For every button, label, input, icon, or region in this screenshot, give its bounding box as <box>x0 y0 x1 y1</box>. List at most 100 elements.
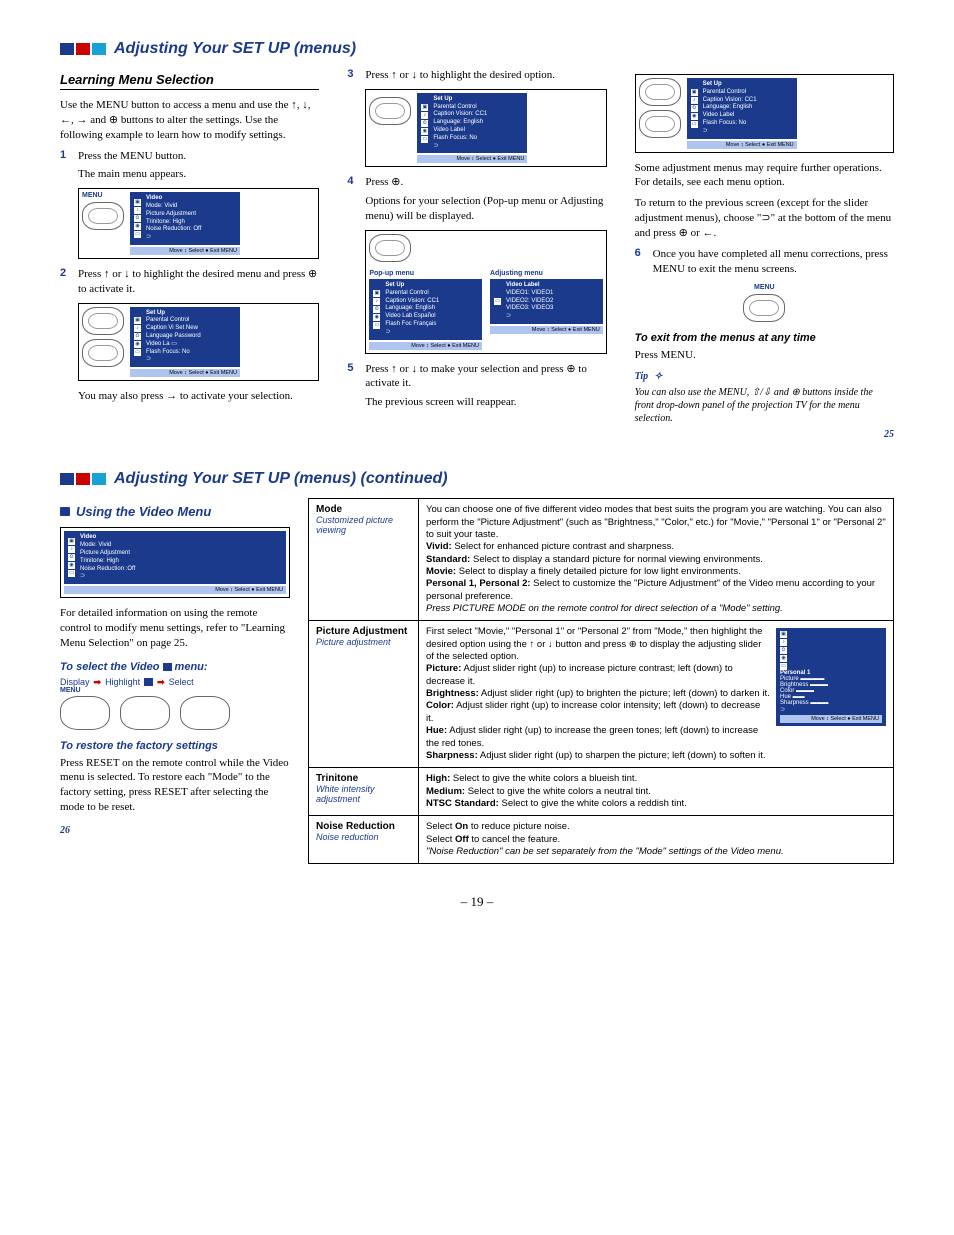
remote-icon <box>639 78 681 106</box>
learning-menu-heading: Learning Menu Selection <box>60 72 319 90</box>
select-video-heading: To select the Video menu: <box>60 661 290 673</box>
mini-osd: ▣♪⏲◉▭Personal 1Picture ▬▬▬▬Brightness ▬▬… <box>776 628 886 726</box>
table-row: TrinitoneWhite intensity adjustmentHigh:… <box>309 768 894 816</box>
remote-icon <box>369 234 411 262</box>
restore-heading: To restore the factory settings <box>60 740 290 752</box>
step-6: 6 Once you have completed all menu corre… <box>635 247 894 277</box>
arrow-right-icon: ➡ <box>157 677 165 688</box>
section-heading-1: Adjusting Your SET UP (menus) <box>60 40 894 58</box>
tv-icon <box>163 663 172 671</box>
step-2-tail: You may also press → to activate your se… <box>78 389 319 404</box>
page26-left: Using the Video Menu ▣♪⏲◉▭ Video Mode: V… <box>60 498 290 864</box>
row-name-cell: Noise ReductionNoise reduction <box>309 816 419 864</box>
menu-label: MENU <box>82 192 124 199</box>
tv-icon <box>60 507 70 516</box>
page-number-26: 26 <box>60 825 290 836</box>
remote-icon <box>82 307 124 335</box>
row-body-cell: Select On to reduce picture noise.Select… <box>419 816 894 864</box>
step-1: 1 Press the MENU button. <box>60 149 319 164</box>
opt-title: Picture Adjustment <box>316 626 411 637</box>
opt-body: Select On to reduce picture noise.Select… <box>426 821 886 858</box>
options-table: ModeCustomized picture viewingYou can ch… <box>308 498 894 864</box>
arrow-right-icon: ➡ <box>94 677 102 688</box>
opt-title: Mode <box>316 504 411 515</box>
figure-1: MENU ▣♪⏲◉▭ Video Mode: Vivid Picture Adj… <box>78 188 319 259</box>
footer-page-number: – 19 – <box>60 894 894 910</box>
popup-menu-label: Pop-up menu <box>369 270 482 277</box>
remote-icon <box>82 339 124 367</box>
para-some-adjust: Some adjustment menus may require furthe… <box>635 161 894 191</box>
step-4: 4 Press ⊕. <box>347 175 606 190</box>
osd-video: ▣♪⏲◉▭ Video Mode: Vivid Picture Adjustme… <box>130 192 240 245</box>
intro-text: Use the MENU button to access a menu and… <box>60 98 319 143</box>
osd-setup: ▣♪⏲◉▭ Set Up Parental Control Caption Vi… <box>130 307 240 368</box>
step-4-tail: Options for your selection (Pop-up menu … <box>365 194 606 224</box>
select-flow: Display ➡ Highlight ➡ Select <box>60 677 290 688</box>
remote-icon <box>82 202 124 230</box>
page25-columns: Learning Menu Selection Use the MENU but… <box>60 68 894 440</box>
figure-2: ▣♪⏲◉▭ Set Up Parental Control Caption Vi… <box>78 303 319 382</box>
heading-text: Adjusting Your SET UP (menus) <box>114 40 356 58</box>
row-body-cell: ▣♪⏲◉▭Personal 1Picture ▬▬▬▬Brightness ▬▬… <box>419 621 894 768</box>
figure-4: Pop-up menu ▣♪⏲◉▭ Set Up Parental Contro… <box>365 230 606 354</box>
tv-icon <box>144 678 153 686</box>
figure-5: ▣♪⏲◉▭ Set Up Parental Control Caption Vi… <box>635 74 894 153</box>
para-return: To return to the previous screen (except… <box>635 196 894 241</box>
osd-setup-3: ▣♪⏲◉▭ Set Up Parental Control Caption Vi… <box>687 78 797 139</box>
tip-text: You can also use the MENU, ⇧/⇩ and ⊕ but… <box>635 386 894 425</box>
remote-icon <box>369 97 411 125</box>
left-para: For detailed information on using the re… <box>60 606 290 651</box>
remote-row: MENU <box>60 696 290 730</box>
osd-setup-lang: ▣♪⏲◉▭ Set Up Parental Control Caption Vi… <box>417 93 527 154</box>
opt-subtitle: White intensity adjustment <box>316 784 411 804</box>
row-body-cell: High: Select to give the white colors a … <box>419 768 894 816</box>
osd-popup: ▣♪⏲◉▭ Set Up Parental Control Caption Vi… <box>369 279 482 340</box>
section-heading-2: Adjusting Your SET UP (menus) (continued… <box>60 470 894 488</box>
opt-title: Noise Reduction <box>316 821 411 832</box>
page25-col3: ▣♪⏲◉▭ Set Up Parental Control Caption Vi… <box>635 68 894 440</box>
video-menu-heading: Using the Video Menu <box>60 504 290 519</box>
remote-icon <box>743 294 785 322</box>
row-name-cell: ModeCustomized picture viewing <box>309 499 419 621</box>
figure-video-osd: ▣♪⏲◉▭ Video Mode: Vivid Picture Adjustme… <box>60 527 290 598</box>
figure-3: ▣♪⏲◉▭ Set Up Parental Control Caption Vi… <box>365 89 606 168</box>
remote-icon <box>120 696 170 730</box>
restore-body: Press RESET on the remote control while … <box>60 756 290 815</box>
return-icon: ⊃ <box>761 211 770 226</box>
remote-icon <box>180 696 230 730</box>
tip-label: Tip ✧ <box>635 371 894 382</box>
exit-heading: To exit from the menus at any time <box>635 332 894 344</box>
page26-layout: Using the Video Menu ▣♪⏲◉▭ Video Mode: V… <box>60 498 894 864</box>
osd-adjusting: ▭ Video Label VIDEO1: VIDEO1 VIDEO2: VID… <box>490 279 603 324</box>
page25-col2: 3 Press ↑ or ↓ to highlight the desired … <box>347 68 606 440</box>
menu-label: MENU <box>754 284 775 291</box>
osd-video-2: ▣♪⏲◉▭ Video Mode: Vivid Picture Adjustme… <box>64 531 286 584</box>
opt-subtitle: Customized picture viewing <box>316 515 411 535</box>
table-row: ModeCustomized picture viewingYou can ch… <box>309 499 894 621</box>
lightbulb-icon: ✧ <box>654 371 662 382</box>
remote-icon <box>639 110 681 138</box>
table-row: Picture AdjustmentPicture adjustment ▣♪⏲◉… <box>309 621 894 768</box>
page-number-25: 25 <box>635 429 894 440</box>
page26-right: ModeCustomized picture viewingYou can ch… <box>308 498 894 864</box>
opt-subtitle: Noise reduction <box>316 832 411 842</box>
step-5: 5 Press ↑ or ↓ to make your selection an… <box>347 362 606 392</box>
remote-icon <box>60 696 110 730</box>
row-name-cell: TrinitoneWhite intensity adjustment <box>309 768 419 816</box>
row-name-cell: Picture AdjustmentPicture adjustment <box>309 621 419 768</box>
exit-body: Press MENU. <box>635 348 894 363</box>
step-3: 3 Press ↑ or ↓ to highlight the desired … <box>347 68 606 83</box>
table-row: Noise ReductionNoise reductionSelect On … <box>309 816 894 864</box>
step-5-tail: The previous screen will reappear. <box>365 395 606 410</box>
opt-subtitle: Picture adjustment <box>316 637 411 647</box>
opt-title: Trinitone <box>316 773 411 784</box>
page25-col1: Learning Menu Selection Use the MENU but… <box>60 68 319 440</box>
row-body-cell: You can choose one of five different vid… <box>419 499 894 621</box>
stripe-icon <box>60 43 106 55</box>
opt-body: High: Select to give the white colors a … <box>426 773 886 810</box>
step-2: 2 Press ↑ or ↓ to highlight the desired … <box>60 267 319 297</box>
step-1-result: The main menu appears. <box>78 167 319 182</box>
stripe-icon <box>60 473 106 485</box>
adjusting-menu-label: Adjusting menu <box>490 270 603 277</box>
opt-body: You can choose one of five different vid… <box>426 504 886 615</box>
